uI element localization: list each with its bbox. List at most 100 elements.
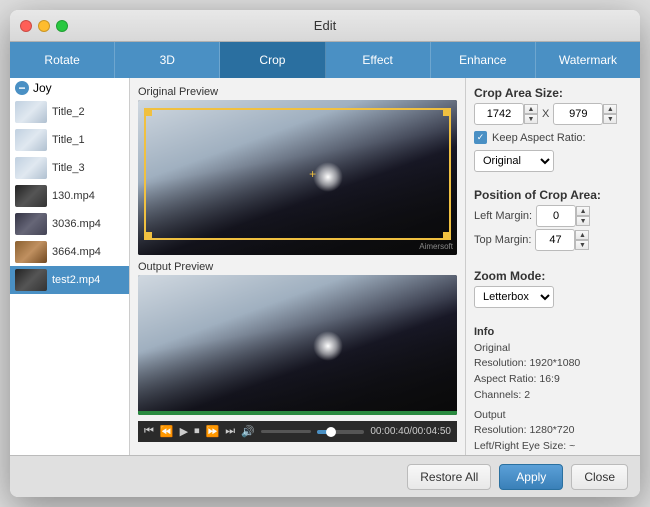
window-title: Edit: [314, 18, 336, 33]
output-info-title: Output: [474, 408, 632, 424]
sidebar-item-title1[interactable]: Title_1: [10, 126, 129, 154]
bottom-bar: Restore All Apply Close: [10, 455, 640, 497]
crop-size-row: ▲ ▼ X ▲ ▼: [474, 103, 632, 125]
crop-corner-br[interactable]: [443, 232, 451, 240]
original-info-title: Original: [474, 341, 632, 357]
volume-slider[interactable]: [261, 430, 311, 433]
volume-icon[interactable]: 🔊: [241, 425, 255, 438]
time-display: 00:00:40/00:04:50: [370, 426, 451, 437]
top-margin-row: Top Margin: ▲ ▼: [474, 229, 632, 251]
left-up-button[interactable]: ▲: [576, 206, 590, 216]
top-margin-input[interactable]: [535, 229, 575, 251]
progress-thumb[interactable]: [326, 427, 336, 437]
crop-overlay[interactable]: +: [144, 108, 451, 240]
width-down-button[interactable]: ▼: [524, 114, 538, 124]
sidebar-item-130[interactable]: 130.mp4: [10, 182, 129, 210]
tab-rotate[interactable]: Rotate: [10, 42, 115, 78]
left-margin-input[interactable]: [536, 205, 576, 227]
restore-all-button[interactable]: Restore All: [407, 464, 491, 490]
crop-corner-tr[interactable]: [443, 108, 451, 116]
sidebar-item-test2[interactable]: test2.mp4: [10, 266, 129, 294]
aspect-ratio-row: ✓ Keep Aspect Ratio:: [474, 131, 632, 144]
original-info: Original Resolution: 1920*1080 Aspect Ra…: [474, 341, 632, 404]
crop-corner-bl[interactable]: [144, 232, 152, 240]
thumb-test2: [15, 269, 47, 291]
step-forward-button[interactable]: ⏩: [206, 425, 220, 438]
tab-watermark[interactable]: Watermark: [536, 42, 640, 78]
zoom-label: Zoom Mode:: [474, 269, 632, 283]
tab-enhance[interactable]: Enhance: [431, 42, 536, 78]
top-up-button[interactable]: ▲: [575, 230, 589, 240]
thumb-title3: [15, 157, 47, 179]
output-preview-section: Output Preview: [138, 261, 457, 415]
top-margin-label: Top Margin:: [474, 234, 531, 246]
sidebar-label-title1: Title_1: [52, 134, 85, 146]
sidebar-label-3036: 3036.mp4: [52, 218, 101, 230]
thumb-title2: [15, 101, 47, 123]
close-window-button[interactable]: Close: [571, 464, 628, 490]
left-down-button[interactable]: ▼: [576, 216, 590, 226]
preview-panel: Original Preview Aimersoft: [130, 78, 465, 455]
aspect-select-row: Original 16:9 4:3 1:1: [474, 150, 632, 172]
tab-3d[interactable]: 3D: [115, 42, 220, 78]
output-resolution: Resolution: 1280*720: [474, 423, 632, 439]
crosshair-icon: +: [309, 167, 316, 181]
aspect-select[interactable]: Original 16:9 4:3 1:1: [474, 150, 554, 172]
original-aspect: Aspect Ratio: 16:9: [474, 372, 632, 388]
minimize-button[interactable]: [38, 20, 50, 32]
sidebar-item-3036[interactable]: 3036.mp4: [10, 210, 129, 238]
left-margin-row: Left Margin: ▲ ▼: [474, 205, 632, 227]
apply-button[interactable]: Apply: [499, 464, 563, 490]
output-video-bg: [138, 275, 457, 415]
height-down-button[interactable]: ▼: [603, 114, 617, 124]
width-up-button[interactable]: ▲: [524, 104, 538, 114]
left-margin-label: Left Margin:: [474, 210, 532, 222]
toolbar: Rotate 3D Crop Effect Enhance Watermark: [10, 42, 640, 78]
close-button[interactable]: [20, 20, 32, 32]
original-video-canvas: Aimersoft +: [138, 100, 457, 255]
watermark: Aimersoft: [419, 242, 453, 251]
top-down-button[interactable]: ▼: [575, 240, 589, 250]
collapse-icon[interactable]: −: [15, 81, 29, 95]
sidebar-label-3664: 3664.mp4: [52, 246, 101, 258]
skip-back-button[interactable]: ⏮: [144, 425, 154, 438]
info-title: Info: [474, 324, 632, 341]
main-content: − Joy Title_2 Title_1: [10, 78, 640, 455]
step-back-button[interactable]: ⏪: [160, 425, 174, 438]
aspect-ratio-label: Keep Aspect Ratio:: [492, 132, 586, 144]
tab-crop[interactable]: Crop: [220, 42, 325, 78]
width-input[interactable]: [474, 103, 524, 125]
sidebar-item-title3[interactable]: Title_3: [10, 154, 129, 182]
height-input[interactable]: [553, 103, 603, 125]
position-section: Position of Crop Area: Left Margin: ▲ ▼ …: [474, 188, 632, 253]
original-preview-label: Original Preview: [138, 86, 457, 98]
sidebar-item-title2[interactable]: Title_2: [10, 98, 129, 126]
thumb-title1: [15, 129, 47, 151]
stop-button[interactable]: ⏹: [194, 425, 200, 438]
sidebar-label-title3: Title_3: [52, 162, 85, 174]
crop-corner-tl[interactable]: [144, 108, 152, 116]
info-section: Info Original Resolution: 1920*1080 Aspe…: [474, 324, 632, 455]
aspect-ratio-checkbox[interactable]: ✓: [474, 131, 487, 144]
sidebar-label-130: 130.mp4: [52, 190, 95, 202]
crop-area-title: Crop Area Size:: [474, 86, 632, 100]
sidebar-label-title2: Title_2: [52, 106, 85, 118]
play-button[interactable]: ▶: [180, 425, 188, 438]
zoom-select[interactable]: Letterbox Pan & Scan Full: [474, 286, 554, 308]
sidebar-group-joy[interactable]: − Joy: [10, 78, 129, 98]
position-title: Position of Crop Area:: [474, 188, 632, 202]
sidebar-item-3664[interactable]: 3664.mp4: [10, 238, 129, 266]
sidebar: − Joy Title_2 Title_1: [10, 78, 130, 455]
height-spinners: ▲ ▼: [603, 104, 617, 124]
left-margin-spinner: ▲ ▼: [536, 205, 590, 227]
output-preview-label: Output Preview: [138, 261, 457, 273]
height-up-button[interactable]: ▲: [603, 104, 617, 114]
maximize-button[interactable]: [56, 20, 68, 32]
height-spinner: ▲ ▼: [553, 103, 617, 125]
skip-forward-button[interactable]: ⏭: [225, 425, 235, 438]
tab-effect[interactable]: Effect: [326, 42, 431, 78]
sidebar-group-label: Joy: [33, 81, 52, 95]
output-preview: [138, 275, 457, 415]
seek-bar[interactable]: [317, 430, 364, 434]
width-spinner: ▲ ▼: [474, 103, 538, 125]
